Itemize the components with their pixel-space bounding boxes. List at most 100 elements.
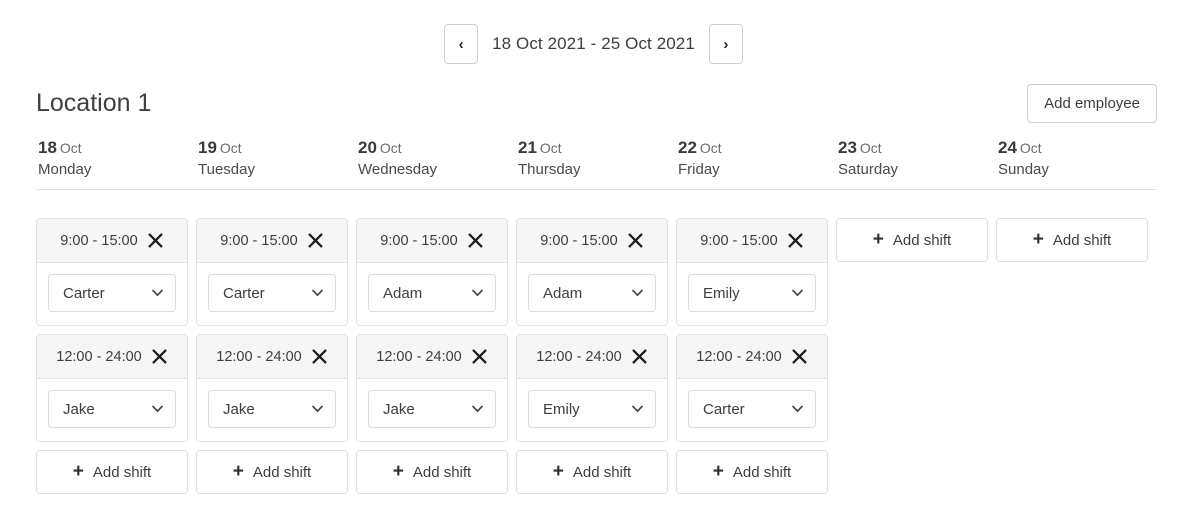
add-shift-label: Add shift (572, 463, 632, 481)
add-shift-button[interactable]: + Add shift (196, 450, 348, 494)
add-employee-button[interactable]: Add employee (1027, 84, 1157, 123)
shift-card-header: 9:00 - 15:00 (517, 219, 667, 263)
chevron-left-icon: ‹ (458, 35, 464, 53)
date-navigator: ‹ 18 Oct 2021 - 25 Oct 2021 › (0, 0, 1187, 64)
add-shift-label: Add shift (732, 463, 792, 481)
day-header-saturday: 23 Oct Saturday (836, 137, 988, 183)
employee-select[interactable]: CarterAdamEmilyJake (528, 390, 656, 428)
day-header-wednesday: 20 Oct Wednesday (356, 137, 508, 183)
day-header: 23 Oct Saturday (836, 137, 988, 183)
day-header-sunday: 24 Oct Sunday (996, 137, 1148, 183)
add-shift-button[interactable]: + Add shift (676, 450, 828, 494)
close-icon[interactable] (308, 233, 324, 249)
shift-card-body: CarterAdamEmilyJake (37, 379, 187, 441)
day-weekday: Thursday (518, 160, 581, 178)
day-month: Oct (59, 140, 82, 156)
shift-time-label: 12:00 - 24:00 (696, 348, 782, 365)
day-column-wednesday: 9:00 - 15:00 CarterAdamEmilyJake 12:00 - 2… (356, 204, 508, 494)
shift-time-label: 9:00 - 15:00 (220, 232, 298, 249)
day-month: Oct (539, 140, 562, 156)
shift-card: 12:00 - 24:00 CarterAdamEmilyJake (36, 334, 188, 442)
day-column-thursday: 9:00 - 15:00 CarterAdamEmilyJake 12:00 - 2… (516, 204, 668, 494)
day-header: 20 Oct Wednesday (356, 137, 508, 183)
day-weekday: Tuesday (198, 160, 255, 178)
close-icon[interactable] (788, 233, 804, 249)
close-icon[interactable] (628, 233, 644, 249)
employee-select[interactable]: CarterAdamEmilyJake (368, 390, 496, 428)
close-icon[interactable] (792, 349, 808, 365)
shift-card-body: CarterAdamEmilyJake (357, 379, 507, 441)
plus-icon: + (232, 461, 244, 482)
employee-select[interactable]: CarterAdamEmilyJake (688, 274, 816, 312)
add-shift-button[interactable]: + Add shift (996, 218, 1148, 262)
day-number: 22 (678, 138, 697, 157)
shift-card-body: CarterAdamEmilyJake (517, 379, 667, 441)
day-month: Oct (379, 140, 402, 156)
close-icon[interactable] (152, 349, 168, 365)
shift-card: 9:00 - 15:00 CarterAdamEmilyJake (36, 218, 188, 326)
shift-list: + Add shift (836, 218, 988, 262)
date-range-label: 18 Oct 2021 - 25 Oct 2021 (492, 34, 695, 53)
day-weekday: Wednesday (358, 160, 437, 178)
plus-icon: + (872, 229, 884, 250)
shift-card: 9:00 - 15:00 CarterAdamEmilyJake (676, 218, 828, 326)
close-icon[interactable] (632, 349, 648, 365)
day-month: Oct (1019, 140, 1042, 156)
add-shift-button[interactable]: + Add shift (36, 450, 188, 494)
add-shift-label: Add shift (252, 463, 312, 481)
shift-card: 9:00 - 15:00 CarterAdamEmilyJake (356, 218, 508, 326)
day-header-row: 18 Oct Monday 19 Oct Tuesday 20 Oct Wednesday 21 O… (36, 137, 1187, 183)
shift-time-label: 9:00 - 15:00 (380, 232, 458, 249)
employee-select[interactable]: CarterAdamEmilyJake (528, 274, 656, 312)
shift-card-body: CarterAdamEmilyJake (677, 379, 827, 441)
prev-week-button[interactable]: ‹ (444, 24, 479, 64)
add-shift-button[interactable]: + Add shift (836, 218, 988, 262)
close-icon[interactable] (148, 233, 164, 249)
shift-list: + Add shift (996, 218, 1148, 262)
add-shift-button[interactable]: + Add shift (516, 450, 668, 494)
plus-icon: + (392, 461, 404, 482)
day-month: Oct (699, 140, 722, 156)
employee-select-wrapper: CarterAdamEmilyJake (48, 274, 176, 312)
employee-select[interactable]: CarterAdamEmilyJake (48, 274, 176, 312)
day-column-monday: 9:00 - 15:00CarterAdamEmilyJake12:00 - 2… (36, 204, 188, 494)
employee-select-wrapper: CarterAdamEmilyJake (528, 390, 656, 428)
day-month: Oct (219, 140, 242, 156)
day-weekday: Friday (678, 160, 720, 178)
employee-select[interactable]: CarterAdamEmilyJake (688, 390, 816, 428)
employee-select[interactable]: CarterAdamEmilyJake (48, 390, 176, 428)
shift-time-label: 12:00 - 24:00 (376, 348, 462, 365)
day-number: 24 (998, 138, 1017, 157)
chevron-right-icon: › (723, 35, 729, 53)
employee-select-wrapper: CarterAdamEmilyJake (48, 390, 176, 428)
add-shift-label: Add shift (92, 463, 152, 481)
employee-select[interactable]: CarterAdamEmilyJake (208, 274, 336, 312)
shift-card-body: CarterAdamEmilyJake (677, 263, 827, 325)
next-week-button[interactable]: › (708, 24, 743, 64)
shift-card-body: CarterAdamEmilyJake (517, 263, 667, 325)
day-header-tuesday: 19 Oct Tuesday (196, 137, 348, 183)
employee-select-wrapper: CarterAdamEmilyJake (368, 274, 496, 312)
day-number: 19 (198, 138, 217, 157)
close-icon[interactable] (468, 233, 484, 249)
employee-select[interactable]: CarterAdamEmilyJake (368, 274, 496, 312)
schedule-grid: 9:00 - 15:00CarterAdamEmilyJake12:00 - 2… (36, 204, 1187, 494)
add-shift-label: Add shift (892, 231, 952, 249)
add-shift-button[interactable]: + Add shift (356, 450, 508, 494)
close-icon[interactable] (472, 349, 488, 365)
shift-card-header: 12:00 - 24:00 (357, 335, 507, 379)
day-column-saturday: + Add shift (836, 204, 988, 494)
shift-card-header: 12:00 - 24:00 (517, 335, 667, 379)
close-icon[interactable] (312, 349, 328, 365)
employee-select[interactable]: CarterAdamEmilyJake (208, 390, 336, 428)
employee-select-wrapper: CarterAdamEmilyJake (208, 274, 336, 312)
day-header: 18 Oct Monday (36, 137, 188, 183)
day-header: 24 Oct Sunday (996, 137, 1148, 183)
day-number: 18 (38, 138, 57, 157)
shift-card: 12:00 - 24:00 CarterAdamEmilyJake (196, 334, 348, 442)
shift-time-label: 9:00 - 15:00 (540, 232, 618, 249)
shift-card-body: CarterAdamEmilyJake (197, 379, 347, 441)
day-number: 21 (518, 138, 537, 157)
shift-list: 9:00 - 15:00 CarterAdamEmilyJake 12:00 - 2… (356, 218, 508, 494)
employee-select-wrapper: CarterAdamEmilyJake (528, 274, 656, 312)
